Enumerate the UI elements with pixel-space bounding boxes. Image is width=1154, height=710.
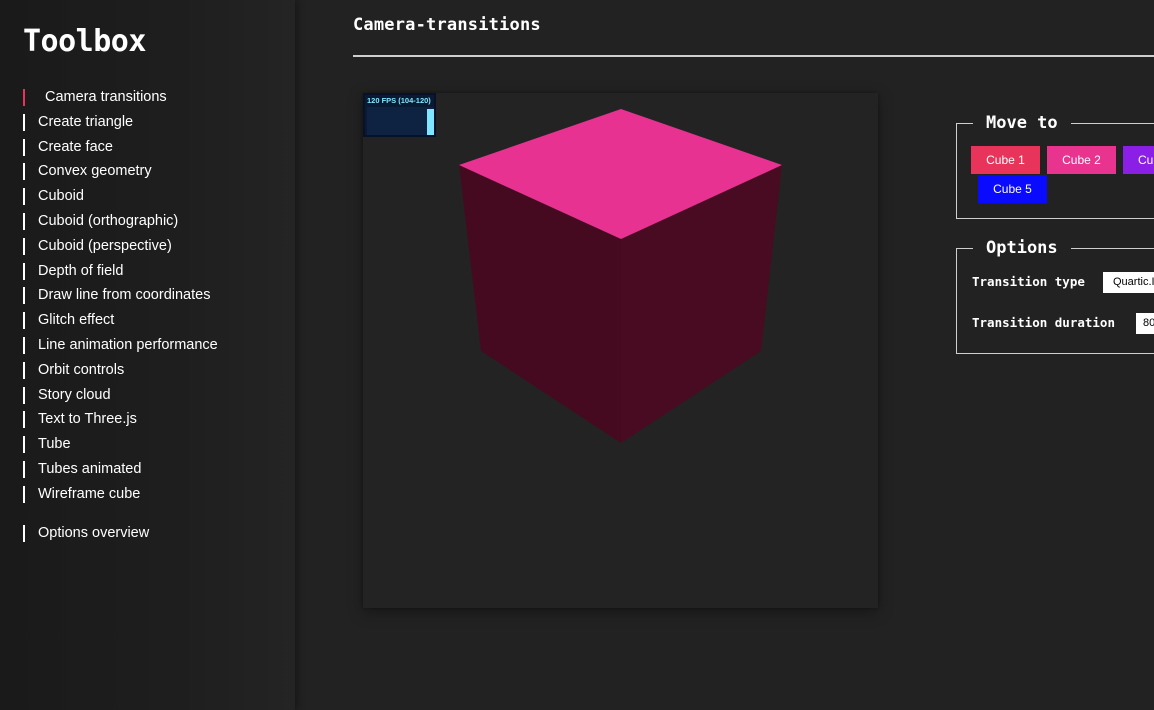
move-to-panel: Move to Cube 1 Cube 2 Cu Cube 5	[956, 110, 1154, 219]
options-panel: Options Transition type Quartic.I Transi…	[956, 235, 1154, 354]
page-title: Camera-transitions	[353, 15, 541, 35]
sidebar-item-draw-line[interactable]: Draw line from coordinates	[23, 284, 283, 309]
cube-1-button[interactable]: Cube 1	[971, 146, 1040, 174]
sidebar: Toolbox Camera transitions Create triang…	[0, 0, 295, 710]
sidebar-item-tubes-animated[interactable]: Tubes animated	[23, 458, 283, 483]
fps-label: 120 FPS (104-120)	[367, 96, 431, 105]
three-canvas[interactable]: 120 FPS (104-120)	[363, 93, 878, 608]
title-divider	[353, 55, 1154, 57]
sidebar-item-depth-of-field[interactable]: Depth of field	[23, 260, 283, 285]
sidebar-item-options-overview[interactable]: Options overview	[23, 522, 283, 547]
cube-render	[459, 109, 782, 443]
sidebar-item-glitch-effect[interactable]: Glitch effect	[23, 309, 283, 334]
sidebar-item-create-face[interactable]: Create face	[23, 136, 283, 161]
fps-stats-panel[interactable]: 120 FPS (104-120)	[363, 93, 436, 137]
cube-2-button[interactable]: Cube 2	[1047, 146, 1116, 174]
options-legend: Options	[973, 235, 1071, 261]
sidebar-item-tube[interactable]: Tube	[23, 433, 283, 458]
fps-graph	[367, 107, 434, 135]
transition-duration-input[interactable]: 80	[1136, 313, 1154, 334]
sidebar-item-camera-transitions[interactable]: Camera transitions	[23, 86, 283, 111]
sidebar-item-create-triangle[interactable]: Create triangle	[23, 111, 283, 136]
sidebar-item-wireframe-cube[interactable]: Wireframe cube	[23, 483, 283, 508]
fps-bar	[427, 109, 434, 135]
transition-duration-label: Transition duration	[972, 315, 1115, 330]
move-to-legend: Move to	[973, 110, 1071, 136]
cube-3-button[interactable]: Cu	[1123, 146, 1154, 174]
transition-type-select[interactable]: Quartic.I	[1103, 272, 1154, 293]
sidebar-item-story-cloud[interactable]: Story cloud	[23, 384, 283, 409]
sidebar-item-text-to-threejs[interactable]: Text to Three.js	[23, 408, 283, 433]
sidebar-item-line-animation[interactable]: Line animation performance	[23, 334, 283, 359]
sidebar-item-cuboid-perspective[interactable]: Cuboid (perspective)	[23, 235, 283, 260]
brand-title: Toolbox	[23, 24, 146, 59]
cube-5-button[interactable]: Cube 5	[978, 175, 1047, 203]
sidebar-item-cuboid[interactable]: Cuboid	[23, 185, 283, 210]
sidebar-item-orbit-controls[interactable]: Orbit controls	[23, 359, 283, 384]
sidebar-nav: Camera transitions Create triangle Creat…	[23, 86, 283, 547]
sidebar-item-convex-geometry[interactable]: Convex geometry	[23, 160, 283, 185]
transition-type-label: Transition type	[972, 274, 1085, 289]
sidebar-item-cuboid-orthographic[interactable]: Cuboid (orthographic)	[23, 210, 283, 235]
